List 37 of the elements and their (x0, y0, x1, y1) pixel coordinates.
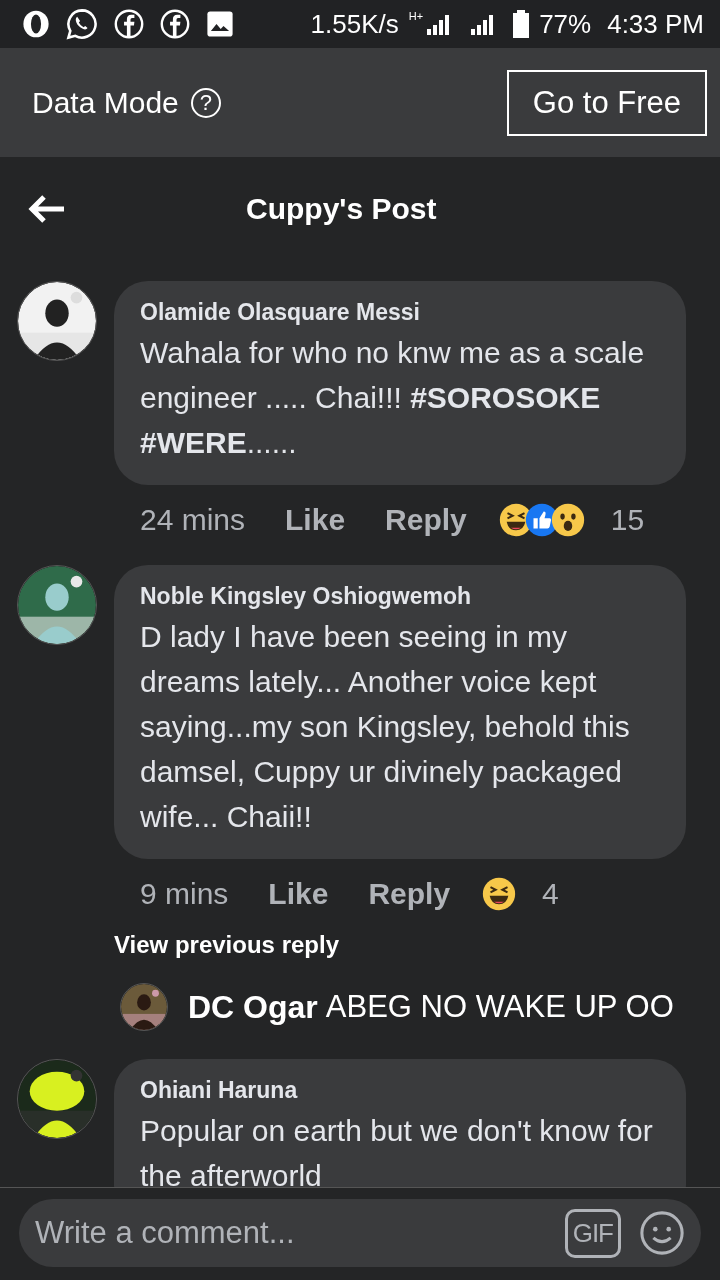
comment-field[interactable]: Write a comment... GIF (19, 1199, 701, 1267)
comment-text: D lady I have been seeing in my dreams lately... Another voice kept saying...my son Kingsley, behold this damsel, Cuppy ur divinely packaged wife... Chaii!! (140, 619, 631, 835)
laughing-emoji-icon (482, 877, 517, 911)
reply-link[interactable]: Reply (385, 503, 467, 537)
go-to-free-button[interactable]: Go to Free (506, 69, 707, 136)
network-type: H+ (408, 10, 424, 22)
comment-author[interactable]: Noble Kingsley Oshiogwemoh (140, 583, 660, 610)
like-link[interactable]: Like (268, 877, 329, 911)
page-title: Cuppy's Post (246, 192, 437, 226)
gif-button[interactable]: GIF (564, 1208, 621, 1258)
reaction-count: 15 (610, 503, 645, 537)
network-speed: 1.55K/s (310, 8, 399, 40)
facebook-icon (160, 9, 190, 39)
help-icon[interactable]: ? (190, 87, 221, 118)
reaction-count: 4 (542, 877, 559, 911)
comment-time: 24 mins (140, 503, 246, 537)
comment-text: Popular on earth but we don't know for the afterworld (140, 1113, 654, 1187)
data-mode-label: Data Mode (32, 85, 179, 120)
image-icon (206, 10, 234, 38)
battery-icon (513, 10, 530, 38)
battery-percentage: 77% (539, 8, 592, 40)
reply-text: ABEG NO WAKE UP OO (325, 989, 674, 1025)
reply-link[interactable]: Reply (368, 877, 451, 911)
emoji-icon[interactable] (639, 1210, 685, 1256)
comment-time: 9 mins (140, 877, 229, 911)
clock: 4:33 PM (607, 8, 704, 40)
like-link[interactable]: Like (285, 503, 346, 537)
comment-author[interactable]: Ohiani Haruna (140, 1077, 660, 1104)
comment-text: Wahala for who no knw me as a scale engineer ..... Chai!!! #SOROSOKE #WERE...... (140, 335, 646, 461)
back-arrow-icon[interactable] (28, 194, 66, 224)
surprised-emoji-icon (550, 503, 585, 537)
view-previous-reply-link[interactable]: View previous reply (114, 931, 339, 958)
opera-icon (22, 10, 50, 38)
reply-author[interactable]: DC Ogar (188, 988, 318, 1026)
whatsapp-icon (66, 8, 98, 40)
comment-author[interactable]: Olamide Olasquare Messi (140, 299, 660, 326)
facebook-icon (114, 9, 144, 39)
